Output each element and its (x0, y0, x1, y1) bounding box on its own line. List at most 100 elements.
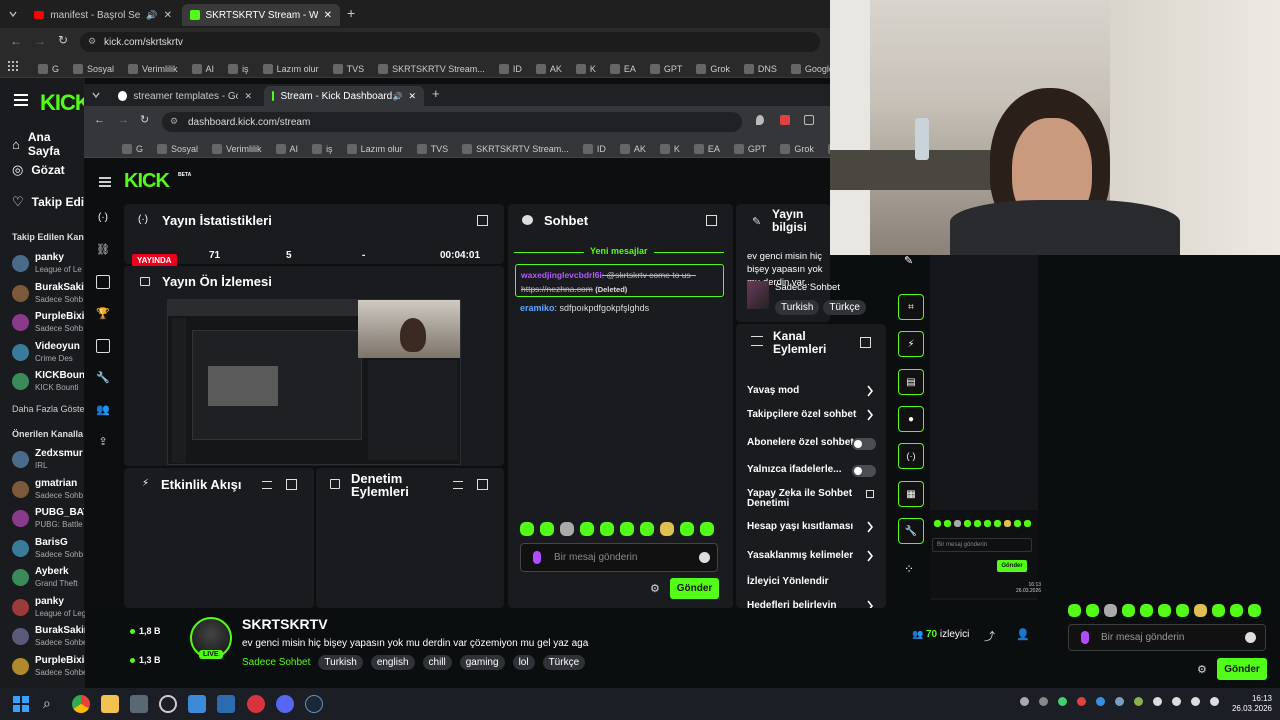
file-explorer-icon[interactable] (101, 695, 119, 713)
forward-icon[interactable]: → (34, 34, 46, 48)
emote-icon[interactable] (1122, 604, 1135, 617)
popout-icon[interactable] (477, 479, 488, 490)
reload-icon[interactable]: ↻ (58, 33, 68, 47)
bookmark-item[interactable]: iş (228, 64, 249, 74)
emote-icon[interactable] (620, 522, 634, 536)
bolt-icon[interactable]: ⚡ (898, 331, 924, 357)
back-icon[interactable]: ← (10, 34, 22, 48)
emote-icon[interactable] (954, 520, 961, 527)
mini-send-button[interactable]: Gönder (997, 560, 1027, 572)
chart-icon[interactable] (96, 275, 110, 289)
chat-username[interactable]: waxedjinglevcbdrl6i (521, 270, 602, 280)
bookmark-item[interactable]: Sosyal (73, 64, 114, 74)
emote-icon[interactable] (520, 522, 534, 536)
chevron-right-icon[interactable] (866, 409, 874, 421)
emote-icon[interactable] (994, 520, 1001, 527)
wrench-icon[interactable]: 🔧 (96, 370, 110, 384)
tag[interactable]: gaming (459, 655, 505, 670)
apps-grid-icon[interactable] (8, 61, 18, 71)
bookmark-item[interactable]: K (659, 144, 680, 154)
chevron-right-icon[interactable] (866, 600, 874, 608)
sidebar-channel[interactable]: gmatrian Sadece Sohb (12, 478, 83, 501)
channel-action-label[interactable]: Yavaş mod (747, 385, 799, 396)
photos-icon[interactable] (188, 695, 206, 713)
popout-icon[interactable] (706, 215, 717, 226)
filter-icon[interactable] (453, 481, 463, 489)
bookmark-item[interactable]: G (38, 64, 59, 74)
emote-icon[interactable] (1086, 604, 1099, 617)
emote-icon[interactable] (1014, 520, 1021, 527)
focus-icon[interactable]: ⌗ (898, 294, 924, 320)
emote-icon[interactable] (1176, 604, 1189, 617)
speaker-icon[interactable]: 🔊 (392, 92, 402, 101)
chat-input[interactable]: Bir mesaj gönderin (520, 543, 718, 572)
tag[interactable]: Türkçe (823, 300, 866, 315)
emote-icon[interactable] (1024, 520, 1031, 527)
nav-home[interactable]: ⌂ Ana Sayfa (12, 130, 85, 158)
tag[interactable]: english (370, 655, 415, 670)
inner-tab-google[interactable]: streamer templates - Google'da ✕ (110, 86, 260, 106)
shield-icon[interactable] (1039, 697, 1048, 706)
chat-message[interactable]: eramiko: sdfpoıkpdfgokpfşlghds (520, 303, 649, 313)
bookmark-item[interactable]: DNS (743, 64, 777, 74)
category-link[interactable]: Sadece Sohbet (242, 657, 310, 668)
channel-action-label[interactable]: İzleyici Yönlendir (747, 576, 829, 587)
sidebar-channel[interactable]: BurakSakin Sadece Sohb (12, 282, 90, 305)
emote-icon[interactable] (944, 520, 951, 527)
bluetooth-icon[interactable] (1096, 697, 1105, 706)
bookmark-item[interactable]: GPT (649, 64, 682, 74)
emoji-icon[interactable] (1245, 632, 1256, 643)
player-send-button[interactable]: Gönder (1217, 658, 1267, 680)
show-more-link[interactable]: Daha Fazla Göster (12, 404, 88, 414)
more-icon[interactable]: ⁘ (904, 562, 914, 576)
sidebar-channel[interactable]: Ayberk Grand Theft (12, 566, 78, 589)
channel-action-label[interactable]: Hedefleri belirleyin (747, 600, 836, 608)
upload-icon[interactable]: ⇪ (96, 434, 110, 448)
emote-icon[interactable] (540, 522, 554, 536)
emote-icon[interactable] (1004, 520, 1011, 527)
layout-icon[interactable]: ▦ (898, 481, 924, 507)
obs-icon[interactable] (159, 695, 177, 713)
menu-icon[interactable] (14, 94, 28, 106)
filter-icon[interactable] (262, 481, 272, 489)
kick-logo[interactable]: KICK (40, 90, 91, 116)
broadcast-icon[interactable]: (·) (96, 210, 110, 224)
sidebar-channel[interactable]: KICKBount KICK Bounti (12, 370, 88, 393)
sidebar-channel[interactable]: PUBG_BAT PUBG: Battle (12, 507, 89, 530)
dashboard-kick-logo[interactable]: KICK (124, 170, 170, 193)
steam-icon[interactable] (305, 695, 323, 713)
emote-icon[interactable] (964, 520, 971, 527)
bookmark-item[interactable]: AK (619, 144, 646, 154)
close-icon[interactable]: ✕ (408, 91, 416, 102)
emote-icon[interactable] (984, 520, 991, 527)
location-icon[interactable] (756, 115, 764, 125)
chat-username[interactable]: eramiko (520, 303, 555, 313)
emoji-icon[interactable] (699, 552, 710, 563)
sidebar-channel[interactable]: PurpleBixi Sadece Sohb (12, 311, 84, 334)
nav-following[interactable]: ♡ Takip Edi (12, 194, 84, 210)
stream-preview-video[interactable] (167, 299, 461, 465)
bookmark-item[interactable]: iş (312, 144, 333, 154)
send-button[interactable]: Gönder (670, 578, 719, 599)
emote-icon[interactable] (1104, 604, 1117, 617)
sidebar-channel[interactable]: panky League of Le (12, 252, 82, 275)
bookmark-item[interactable]: GPT (733, 144, 766, 154)
bookmark-item[interactable]: Verimlilik (212, 144, 262, 154)
bookmark-item[interactable]: TVS (332, 64, 364, 74)
channel-action-label[interactable]: Hesap yaşı kısıtlaması (747, 521, 853, 532)
taskbar-clock[interactable]: 16:13 26.03.2026 (1228, 694, 1272, 714)
speaker-icon[interactable]: 🔊 (146, 10, 157, 21)
tag[interactable]: lol (512, 655, 535, 670)
discord-icon[interactable] (276, 695, 294, 713)
tag[interactable]: Türkçe (542, 655, 586, 670)
popout-icon[interactable] (477, 215, 488, 226)
popout-icon[interactable] (860, 337, 871, 348)
bookmark-item[interactable]: EA (609, 64, 636, 74)
inner-address-bar[interactable]: ⚙ dashboard.kick.com/stream (162, 112, 742, 132)
share-icon[interactable]: ⤴ (984, 628, 995, 644)
tag[interactable]: chill (422, 655, 452, 670)
steam-tray-icon[interactable] (1115, 697, 1124, 706)
emote-icon[interactable] (934, 520, 941, 527)
close-icon[interactable]: ✕ (244, 91, 252, 102)
emote-icon[interactable] (560, 522, 574, 536)
